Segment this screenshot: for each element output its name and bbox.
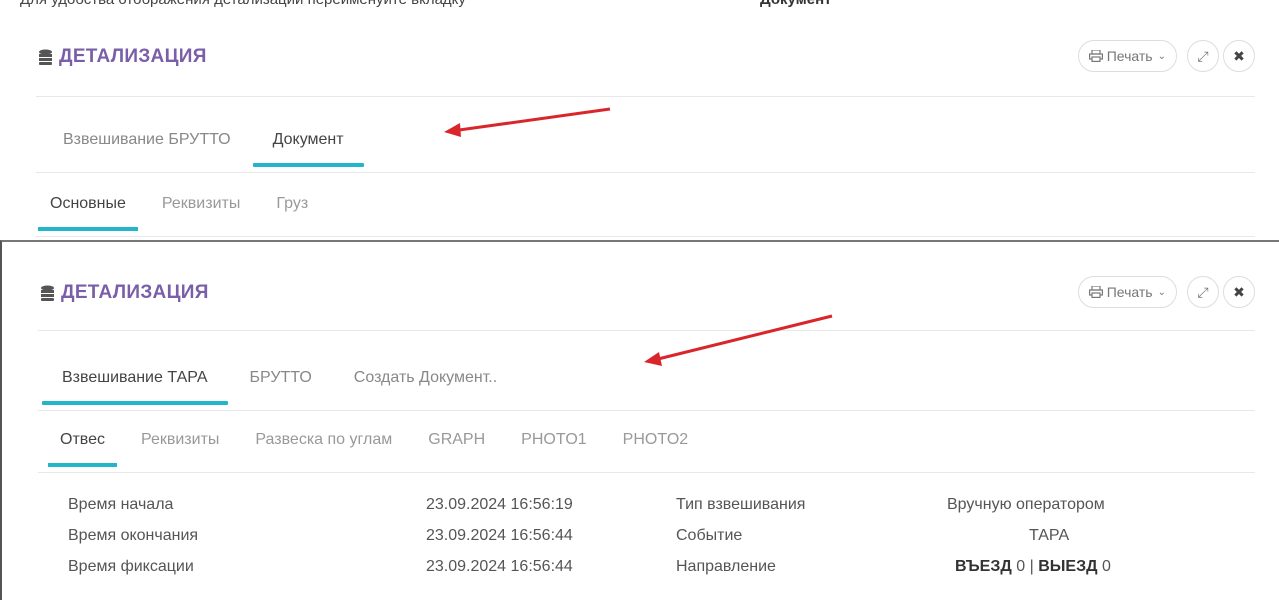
- subtab-photo2[interactable]: PHOTO2: [623, 431, 689, 449]
- close-button[interactable]: ✖: [1223, 40, 1255, 72]
- top-fragment-bold: Документ: [760, 0, 832, 8]
- database-icon: [39, 49, 52, 65]
- chevron-down-icon: ⌄: [1157, 286, 1166, 298]
- panel-title-text: ДЕТАЛИЗАЦИЯ: [61, 282, 209, 303]
- print-button[interactable]: Печать ⌄: [1077, 276, 1177, 308]
- top-text-fragment: Для удобства отображения детализации пер…: [0, 0, 1279, 10]
- details-panel-after: ДЕТАЛИЗАЦИЯ Печать ⌄ ⤢ ✖ Взвешивание ТАР…: [0, 240, 1279, 600]
- expand-button[interactable]: ⤢: [1187, 276, 1219, 308]
- header-divider: [36, 96, 1255, 97]
- print-button[interactable]: Печать ⌄: [1077, 40, 1177, 72]
- subtab-requisites[interactable]: Реквизиты: [162, 195, 240, 213]
- tab-brutto[interactable]: БРУТТО: [250, 369, 312, 387]
- subtab-cargo[interactable]: Груз: [276, 195, 308, 213]
- database-icon: [41, 285, 54, 301]
- print-button-label: Печать: [1106, 284, 1153, 300]
- printer-icon: [1088, 50, 1103, 62]
- expand-button[interactable]: ⤢: [1187, 40, 1219, 72]
- main-tabs: Взвешивание БРУТТО Документ: [63, 131, 386, 167]
- sub-tabs: Отвес Реквизиты Развеска по углам GRAPH …: [48, 431, 724, 467]
- direction-separator: |: [1029, 558, 1034, 575]
- direction-out-label: ВЫЕЗД: [1038, 558, 1098, 575]
- chevron-down-icon: ⌄: [1157, 50, 1166, 62]
- tab-weighing-tara[interactable]: Взвешивание ТАРА: [42, 369, 227, 405]
- fix-time-value: 23.09.2024 16:56:44: [426, 558, 573, 575]
- tab-weighing-brutto[interactable]: Взвешивание БРУТТО: [63, 131, 231, 149]
- expand-icon: ⤢: [1197, 47, 1209, 64]
- close-button[interactable]: ✖: [1223, 276, 1255, 308]
- red-arrow-annotation: [644, 314, 833, 366]
- end-time-value: 23.09.2024 16:56:44: [426, 527, 573, 544]
- tab-document[interactable]: Документ: [252, 131, 364, 167]
- panel-title: ДЕТАЛИЗАЦИЯ: [40, 282, 209, 304]
- weighing-type-label: Тип взвешивания: [676, 496, 806, 513]
- header-buttons: Печать ⌄ ⤢ ✖: [1077, 276, 1255, 308]
- start-time-label: Время начала: [68, 496, 174, 513]
- expand-icon: ⤢: [1197, 283, 1209, 300]
- header-buttons: Печать ⌄ ⤢ ✖: [1077, 40, 1255, 72]
- top-fragment-text: Для удобства отображения детализации пер…: [20, 0, 466, 8]
- subtabs-divider: [38, 472, 1255, 473]
- tab-create-document[interactable]: Создать Документ..: [354, 369, 497, 387]
- end-time-label: Время окончания: [68, 527, 199, 544]
- direction-in-label: ВЪЕЗД: [955, 558, 1012, 575]
- details-panel-before: ДЕТАЛИЗАЦИЯ Печать ⌄ ⤢ ✖ Взвешивание БРУ…: [0, 10, 1279, 238]
- direction-in-count: 0: [1016, 558, 1026, 575]
- start-time-value: 23.09.2024 16:56:19: [426, 496, 573, 513]
- subtab-corner-weighing[interactable]: Развеска по углам: [255, 431, 392, 449]
- subtab-main[interactable]: Основные: [38, 195, 138, 231]
- subtab-otves[interactable]: Отвес: [48, 431, 117, 467]
- red-arrow-annotation: [444, 107, 611, 137]
- main-tabs: Взвешивание ТАРА БРУТТО Создать Документ…: [42, 369, 539, 405]
- subtab-photo1[interactable]: PHOTO1: [521, 431, 587, 449]
- weighing-type-value: Вручную оператором: [947, 496, 1105, 513]
- subtab-requisites[interactable]: Реквизиты: [141, 431, 219, 449]
- header-divider: [38, 330, 1255, 331]
- subtabs-divider: [36, 236, 1255, 237]
- subtab-graph[interactable]: GRAPH: [428, 431, 485, 449]
- close-icon: ✖: [1233, 283, 1245, 300]
- tabs-divider: [36, 172, 1255, 173]
- panel-title: ДЕТАЛИЗАЦИЯ: [38, 46, 207, 68]
- print-button-label: Печать: [1106, 48, 1153, 64]
- sub-tabs: Основные Реквизиты Груз: [38, 195, 344, 231]
- panel-title-text: ДЕТАЛИЗАЦИЯ: [59, 46, 207, 67]
- printer-icon: [1088, 286, 1103, 298]
- direction-out-count: 0: [1101, 558, 1111, 575]
- direction-value: ВЪЕЗД 0 | ВЫЕЗД 0: [955, 558, 1111, 576]
- close-icon: ✖: [1233, 47, 1245, 64]
- tabs-divider: [38, 410, 1255, 411]
- event-value: ТАРА: [1029, 527, 1070, 544]
- event-label: Событие: [676, 527, 743, 544]
- fix-time-label: Время фиксации: [68, 558, 194, 575]
- direction-label: Направление: [676, 558, 776, 575]
